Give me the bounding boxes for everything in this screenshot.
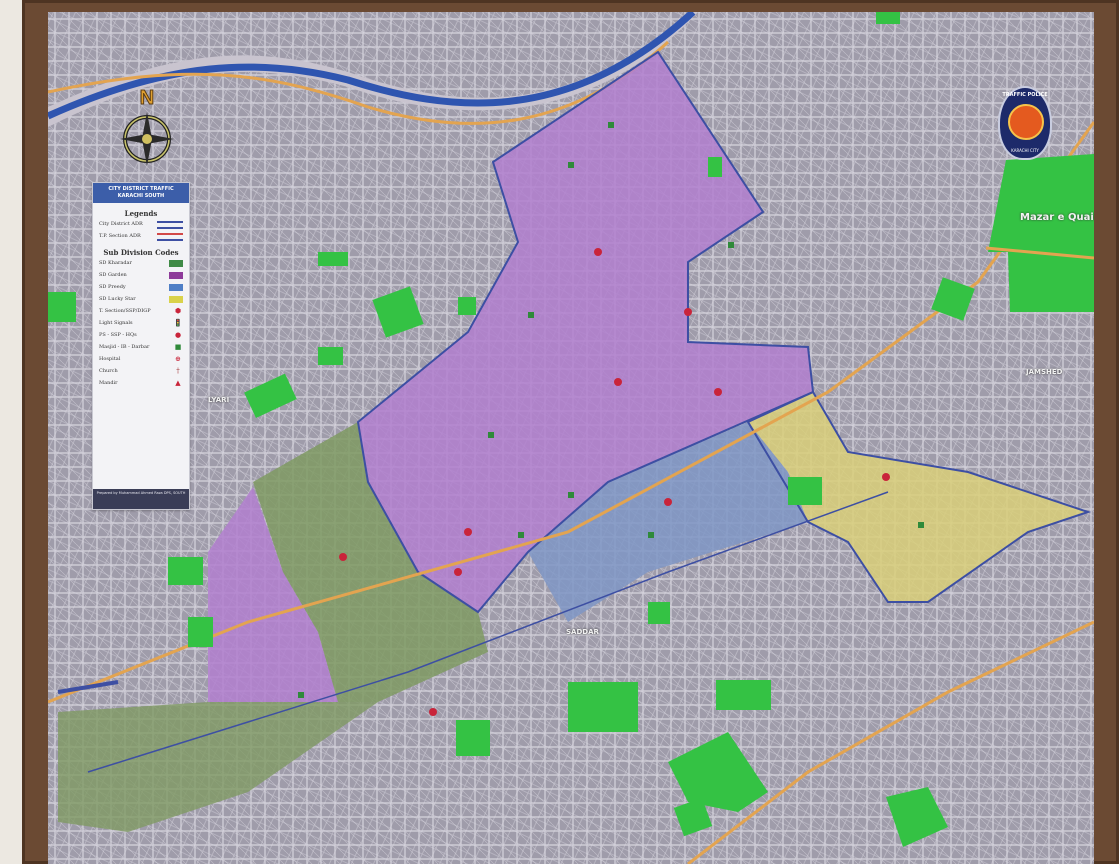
traffic-police-emblem: TRAFFIC POLICE KARACHI CITY	[998, 86, 1052, 160]
map-canvas[interactable]: N CITY DISTRICT TRAFFIC KARACHI SOUTH Le…	[48, 12, 1094, 864]
masjid-pin[interactable]	[918, 522, 924, 528]
subdivision-label: SD Preedy	[99, 284, 126, 290]
legend-line-label: City District ADR	[99, 221, 143, 227]
landmark-pin[interactable]	[464, 528, 472, 536]
temple-icon: ▲	[175, 379, 181, 387]
police-badge-icon: ●	[174, 331, 182, 339]
subdivision-title: Sub Division Codes	[103, 248, 179, 257]
park[interactable]	[876, 12, 900, 24]
park[interactable]	[318, 252, 348, 266]
park[interactable]	[318, 347, 343, 365]
landmark-pin[interactable]	[594, 248, 602, 256]
masjid-pin[interactable]	[608, 122, 614, 128]
place-label-mazar[interactable]: Mazar e Quaid	[1020, 212, 1094, 223]
park[interactable]	[716, 680, 771, 710]
masjid-pin[interactable]	[728, 242, 734, 248]
symbol-label: Hospital	[99, 356, 121, 362]
subdivision-swatch	[169, 271, 183, 279]
landmark-pin[interactable]	[614, 378, 622, 386]
map-svg[interactable]	[48, 12, 1094, 864]
legend-row-symbol: Church †	[99, 365, 183, 377]
legend-row-subdivision: SD Garden	[99, 269, 183, 281]
subdivision-swatch	[169, 259, 183, 267]
park[interactable]	[188, 617, 213, 647]
subdivision-swatch	[169, 283, 183, 291]
park[interactable]	[788, 477, 822, 505]
park[interactable]	[568, 682, 638, 732]
masjid-pin[interactable]	[568, 162, 574, 168]
legend-header: CITY DISTRICT TRAFFIC KARACHI SOUTH	[93, 183, 189, 203]
symbol-label: Church	[99, 368, 118, 374]
legend-row-subdivision: SD Lucky Star	[99, 293, 183, 305]
legend-row-symbol: Hospital ⊕	[99, 353, 183, 365]
landmark-pin[interactable]	[429, 708, 437, 716]
place-label-jamshed[interactable]: JAMSHED	[1026, 368, 1062, 376]
symbol-label: Light Signals	[99, 320, 133, 326]
traffic-light-icon: 🚦	[173, 319, 183, 327]
park[interactable]	[168, 557, 203, 585]
legend-footer: Prepared by Muhammad Ahmed Raza DPS, SOU…	[93, 489, 189, 509]
subdivision-label: SD Garden	[99, 272, 127, 278]
landmark-pin[interactable]	[882, 473, 890, 481]
legend-line-label: T.P. Section ADR	[99, 233, 141, 239]
masjid-pin[interactable]	[648, 532, 654, 538]
masjid-pin[interactable]	[528, 312, 534, 318]
compass-center	[142, 134, 152, 144]
landmark-pin[interactable]	[454, 568, 462, 576]
park[interactable]	[648, 602, 670, 624]
park[interactable]	[458, 297, 476, 315]
masjid-pin[interactable]	[488, 432, 494, 438]
legend-row-symbol: Mandir ▲	[99, 377, 183, 389]
emblem-bottom-text: KARACHI CITY	[1011, 148, 1039, 153]
emblem-top-text: TRAFFIC POLICE	[1002, 92, 1048, 98]
compass-north-label: N	[140, 87, 154, 109]
symbol-label: T. Section/SSP/DIGP	[99, 308, 151, 314]
park[interactable]	[708, 157, 722, 177]
park[interactable]	[48, 292, 76, 322]
legend-row-subdivision: SD Kharadar	[99, 257, 183, 269]
subdivision-swatch	[169, 295, 183, 303]
symbol-label: Mandir	[99, 380, 118, 386]
legend-panel: CITY DISTRICT TRAFFIC KARACHI SOUTH Lege…	[92, 182, 190, 510]
church-icon: †	[176, 367, 180, 375]
subdivision-label: SD Lucky Star	[99, 296, 136, 302]
north-compass: N	[112, 84, 182, 174]
place-label-lyari[interactable]: LYARI	[208, 396, 229, 404]
legend-title: Legends	[124, 209, 158, 218]
legend-line-swatch	[157, 233, 183, 239]
legend-row-symbol: Light Signals 🚦	[99, 317, 183, 329]
mosque-icon: ■	[174, 343, 182, 351]
symbol-label: Masjid - IB - Darbar	[99, 344, 150, 350]
symbol-label: PS - SSP - HQs	[99, 332, 137, 338]
hospital-icon: ⊕	[175, 355, 181, 363]
landmark-pin[interactable]	[714, 388, 722, 396]
legend-row-subdivision: SD Preedy	[99, 281, 183, 293]
place-label-saddar[interactable]: SADDAR	[566, 628, 599, 636]
legend-row-line: T.P. Section ADR	[99, 230, 183, 242]
legend-row-line: City District ADR	[99, 218, 183, 230]
legend-row-symbol: Masjid - IB - Darbar ■	[99, 341, 183, 353]
legend-row-symbol: T. Section/SSP/DIGP ⬢	[99, 305, 183, 317]
park[interactable]	[456, 720, 490, 756]
landmark-pin[interactable]	[339, 553, 347, 561]
shield-icon: ⬢	[174, 307, 182, 315]
masjid-pin[interactable]	[518, 532, 524, 538]
emblem-seal-icon	[1008, 104, 1044, 140]
legend-row-symbol: PS - SSP - HQs ●	[99, 329, 183, 341]
landmark-pin[interactable]	[664, 498, 672, 506]
legend-line-swatch	[157, 221, 183, 227]
subdivision-label: SD Kharadar	[99, 260, 132, 266]
masjid-pin[interactable]	[298, 692, 304, 698]
landmark-pin[interactable]	[684, 308, 692, 316]
masjid-pin[interactable]	[568, 492, 574, 498]
